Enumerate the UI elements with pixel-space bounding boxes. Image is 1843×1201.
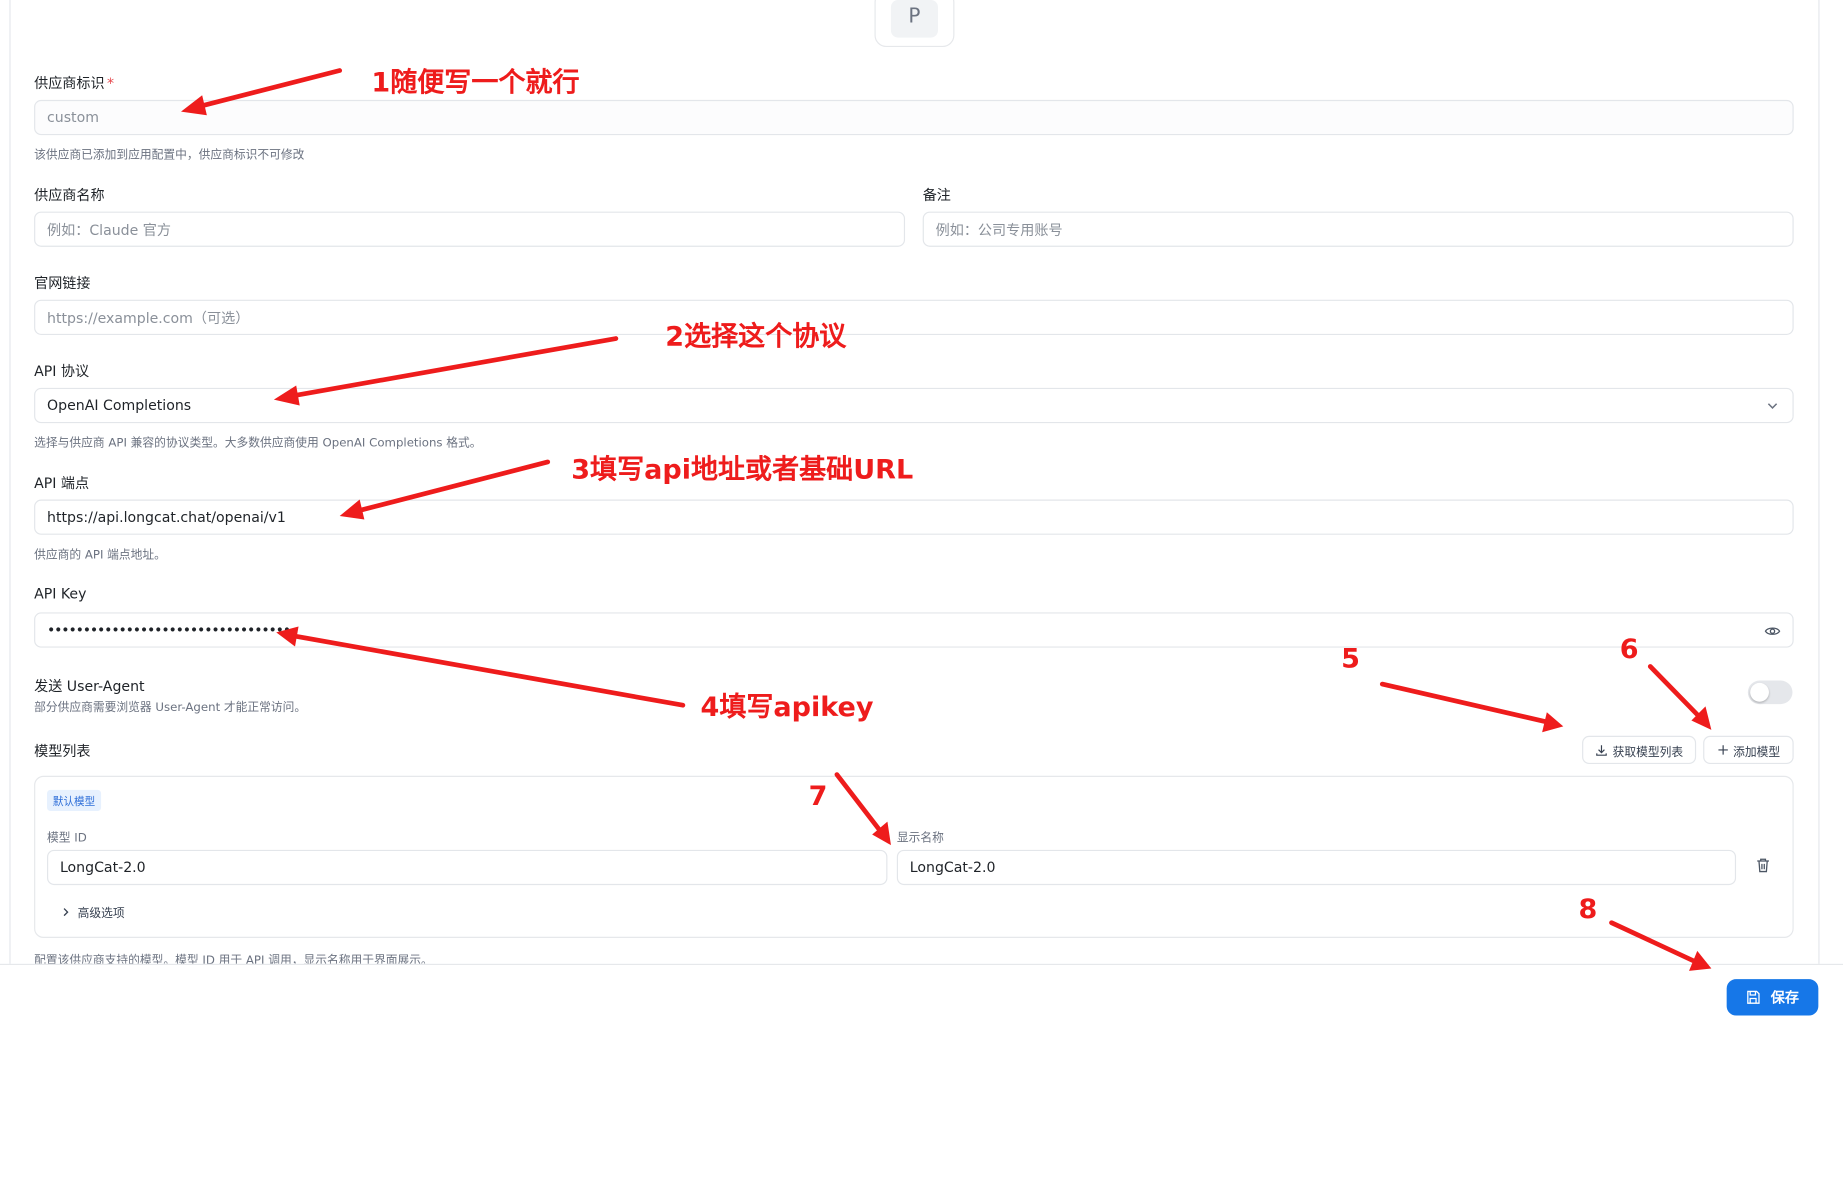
save-label: 保存 bbox=[1770, 989, 1799, 1007]
user-agent-hint: 部分供应商需要浏览器 User-Agent 才能正常访问。 bbox=[34, 701, 307, 715]
annotation-5: 5 bbox=[1341, 644, 1360, 675]
api-endpoint-hint: 供应商的 API 端点地址。 bbox=[34, 548, 166, 562]
remark-label: 备注 bbox=[922, 186, 951, 204]
advanced-options-label: 高级选项 bbox=[77, 907, 125, 921]
provider-avatar[interactable]: P bbox=[874, 0, 955, 48]
api-endpoint-value: https://api.longcat.chat/openai/v1 bbox=[47, 508, 286, 526]
remark-input[interactable]: 例如：公司专用账号 bbox=[922, 211, 1794, 247]
add-model-label: 添加模型 bbox=[1733, 745, 1781, 759]
provider-name-label: 供应商名称 bbox=[34, 186, 105, 204]
save-icon bbox=[1747, 990, 1761, 1004]
model-id-label: 模型 ID bbox=[47, 832, 87, 846]
default-model-badge: 默认模型 bbox=[47, 789, 102, 812]
annotation-8: 8 bbox=[1578, 894, 1598, 926]
chevron-right-icon bbox=[63, 907, 69, 916]
provider-name-input[interactable]: 例如：Claude 官方 bbox=[34, 211, 906, 247]
provider-id-label: 供应商标识 * bbox=[34, 75, 115, 92]
avatar-letter: P bbox=[890, 0, 938, 38]
api-endpoint-label: API 端点 bbox=[34, 474, 90, 492]
api-key-value: •••••••••••••••••••••••••••••••••• bbox=[47, 621, 291, 639]
annotation-7: 7 bbox=[808, 781, 828, 813]
provider-id-input[interactable]: custom bbox=[34, 99, 1794, 136]
display-name-input[interactable]: LongCat-2.0 bbox=[896, 849, 1737, 886]
page: P 供应商标识 * custom 该供应商已添加到应用配置中，供应商标识不可修改 … bbox=[0, 0, 1843, 1201]
eye-icon[interactable] bbox=[1764, 623, 1781, 639]
annotation-4: 4填写apikey bbox=[700, 692, 874, 723]
model-list-hint: 配置该供应商支持的模型。模型 ID 用于 API 调用，显示名称用于界面展示。 bbox=[34, 954, 433, 964]
api-protocol-label: API 协议 bbox=[34, 363, 90, 380]
api-protocol-value: OpenAI Completions bbox=[47, 397, 192, 414]
api-endpoint-input[interactable]: https://api.longcat.chat/openai/v1 bbox=[34, 499, 1794, 535]
model-list-label: 模型列表 bbox=[34, 742, 91, 760]
save-button[interactable]: 保存 bbox=[1726, 979, 1819, 1016]
annotation-1: 1随便写一个就行 bbox=[371, 68, 580, 99]
model-id-value: LongCat-2.0 bbox=[59, 859, 146, 876]
user-agent-label: 发送 User-Agent bbox=[34, 678, 145, 695]
chevron-down-icon bbox=[1767, 403, 1778, 409]
remark-placeholder: 例如：公司专用账号 bbox=[935, 221, 1063, 239]
api-protocol-hint: 选择与供应商 API 兼容的协议类型。大多数供应商使用 OpenAI Compl… bbox=[34, 437, 482, 451]
provider-id-placeholder: custom bbox=[47, 109, 99, 126]
form-footer bbox=[0, 963, 1843, 1024]
display-name-value: LongCat-2.0 bbox=[909, 859, 996, 876]
api-protocol-select[interactable]: OpenAI Completions bbox=[34, 387, 1794, 424]
toggle-knob bbox=[1750, 682, 1769, 702]
annotation-6: 6 bbox=[1619, 634, 1639, 666]
annotation-2: 2选择这个协议 bbox=[665, 322, 847, 353]
display-name-label: 显示名称 bbox=[896, 832, 944, 846]
api-key-input[interactable]: •••••••••••••••••••••••••••••••••• bbox=[34, 612, 1794, 648]
trash-icon[interactable] bbox=[1755, 857, 1771, 873]
plus-icon bbox=[1717, 745, 1728, 755]
model-id-input[interactable]: LongCat-2.0 bbox=[47, 849, 888, 886]
download-icon bbox=[1596, 744, 1607, 756]
provider-name-placeholder: 例如：Claude 官方 bbox=[47, 221, 172, 239]
api-key-label: API Key bbox=[34, 585, 87, 602]
fetch-models-label: 获取模型列表 bbox=[1612, 745, 1684, 759]
required-mark: * bbox=[106, 75, 115, 92]
advanced-options-toggle[interactable]: 高级选项 bbox=[61, 903, 125, 921]
user-agent-toggle[interactable] bbox=[1747, 680, 1793, 705]
annotation-3: 3填写api地址或者基础URL bbox=[571, 454, 914, 486]
website-label: 官网链接 bbox=[34, 275, 91, 292]
website-placeholder: https://example.com（可选） bbox=[47, 309, 250, 327]
provider-id-hint: 该供应商已添加到应用配置中，供应商标识不可修改 bbox=[34, 149, 305, 163]
fetch-models-button[interactable]: 获取模型列表 bbox=[1582, 735, 1697, 765]
add-model-button[interactable]: 添加模型 bbox=[1703, 735, 1794, 765]
website-input[interactable]: https://example.com（可选） bbox=[34, 299, 1794, 335]
